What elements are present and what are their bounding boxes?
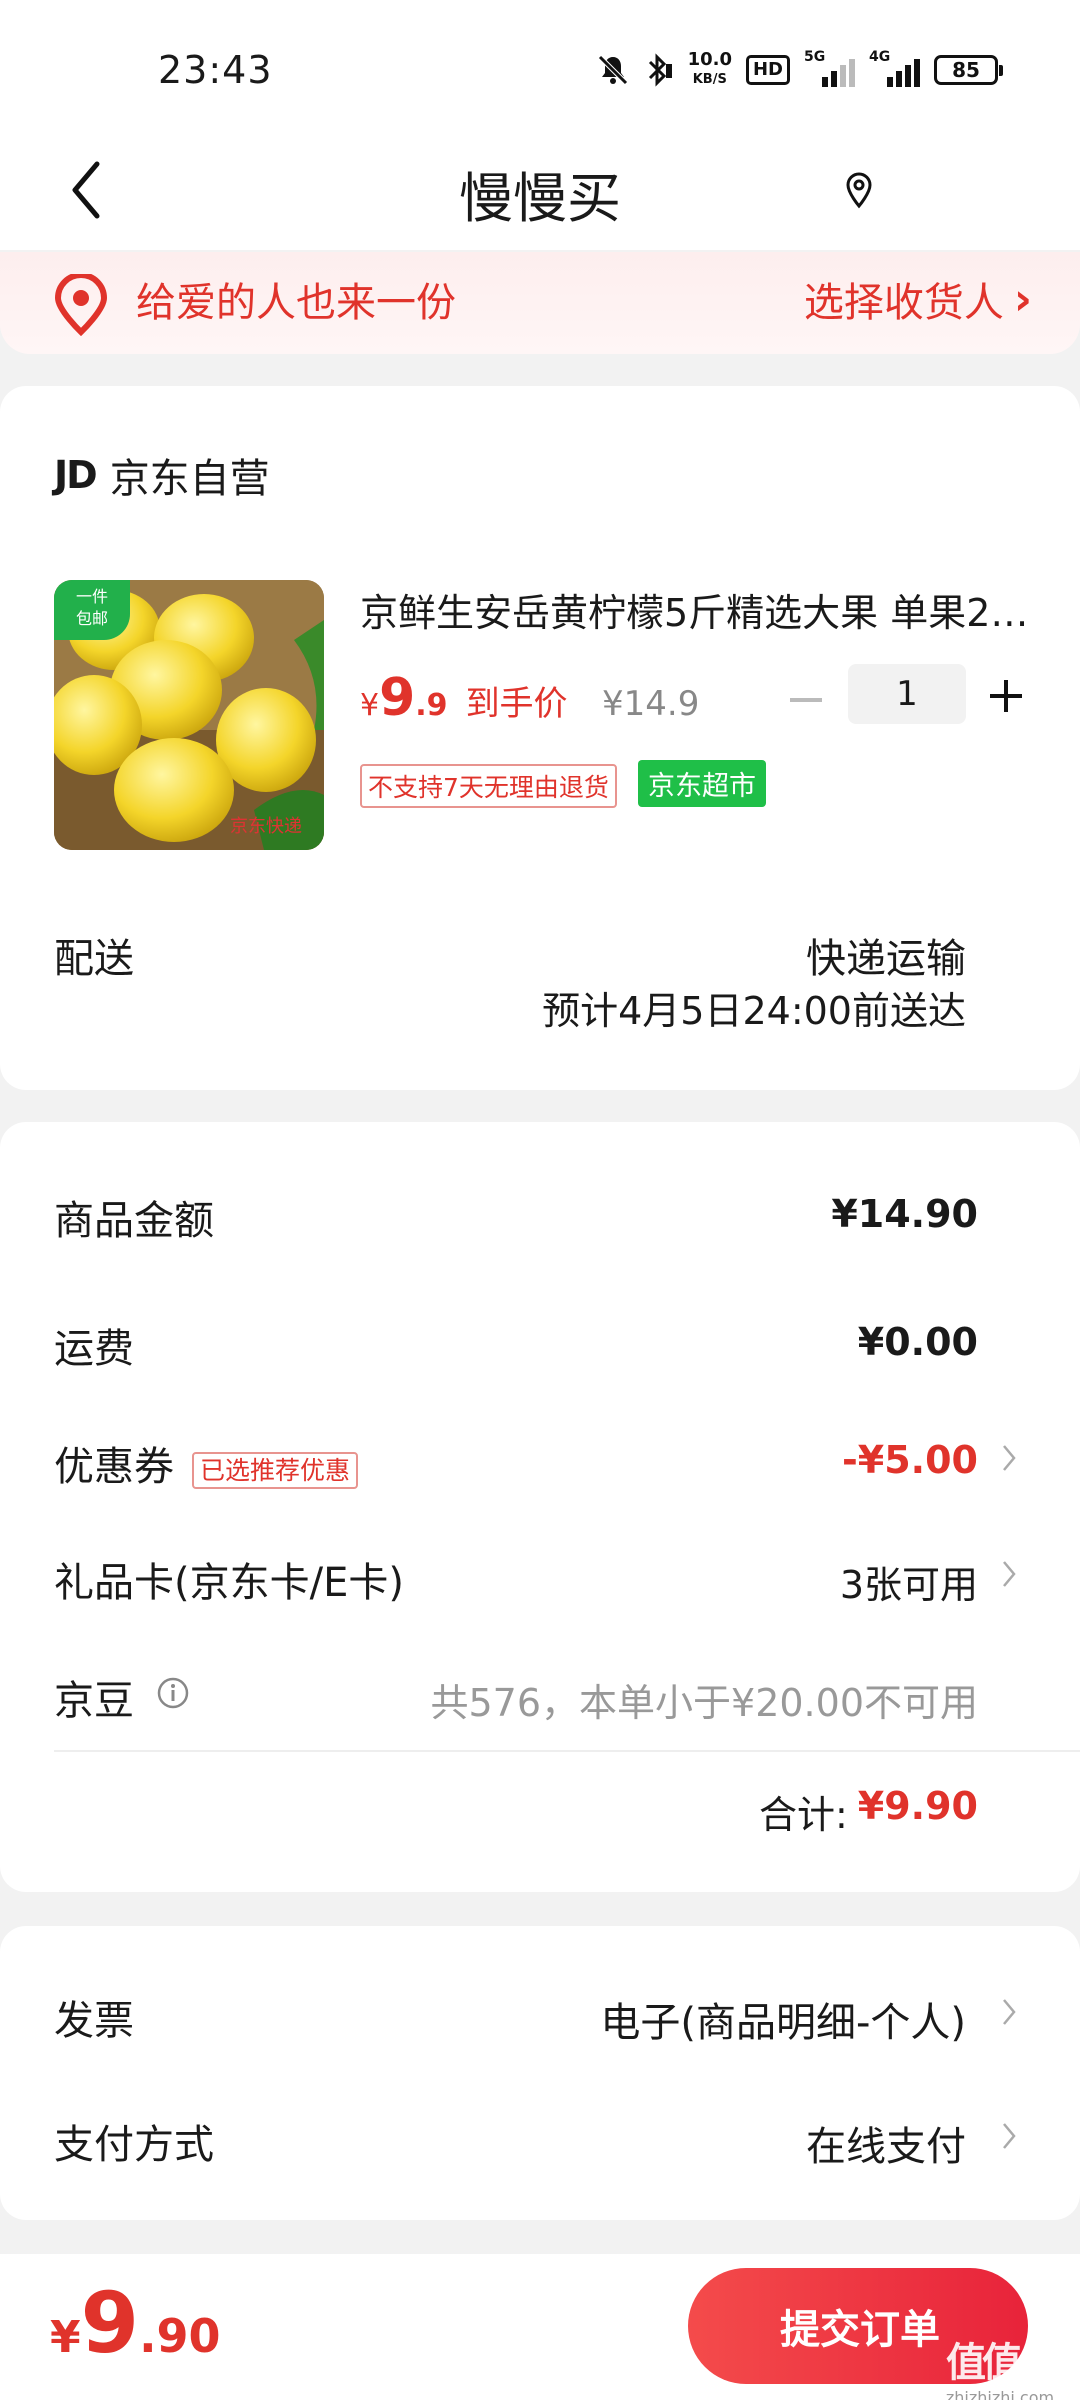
chevron-right-icon: › [1013,273,1032,325]
freight-label: 运费 [54,1326,134,1372]
jd-supermarket-tag: 京东超市 [638,760,766,807]
badge-line1: 一件 [75,587,108,606]
divider [54,1750,1080,1752]
gift-recipient-banner[interactable]: 给爱的人也来一份 选择收货人 › [0,252,1080,354]
total-value: ¥9.90 [857,1784,978,1828]
invoice-value[interactable]: 电子(商品明细-个人) [600,1990,966,2048]
checkout-total: ¥ 9 .90 [50,2274,221,2372]
banner-text: 给爱的人也来一份 [136,280,456,326]
location-pin-icon [52,272,110,340]
original-price: ¥14.9 [602,684,700,724]
badge-line2: 包邮 [75,609,108,628]
total-integer: 9 [80,2274,140,2372]
coupon-recommended-tag: 已选推荐优惠 [192,1452,359,1489]
chevron-right-icon [998,1554,1020,1594]
shipping-mode[interactable]: 快递运输 [806,926,966,984]
minus-icon [790,698,822,702]
info-icon[interactable] [156,1674,190,1720]
nav-bar: 慢慢买 [0,130,1080,250]
chevron-right-icon [998,1992,1020,2032]
total-symbol: ¥ [50,2312,81,2363]
page-title: 慢慢买 [459,167,621,230]
product-price: ¥ 9 .9 到手价 [360,668,568,728]
status-bar: 23:43 10.0 KB/S HD 5G 4G 85 [0,0,1080,130]
location-button[interactable] [834,160,884,220]
select-recipient-label: 选择收货人 [803,280,1004,326]
price-decimal: .9 [415,688,448,723]
beans-row: 京豆 [54,1668,190,1726]
watermark-url: zhizhizhi.com [945,2388,1055,2400]
total-row: 合计: ¥9.90 [759,1784,978,1839]
hd-voice-icon: HD [745,55,790,85]
location-pin-icon [846,172,872,209]
checkout-bar: ¥ 9 .90 提交订单 [0,2254,1080,2400]
network-speed: 10.0 KB/S [688,50,732,90]
freight-value: ¥0.00 [857,1320,978,1364]
product-title[interactable]: 京鲜生安岳黄柠檬5斤精选大果 单果2… [360,582,1030,637]
sim2-label: 4G [869,49,891,65]
no-return-tag: 不支持7天无理由退货 [360,764,617,808]
shipping-eta: 预计4月5日24:00前送达 [542,989,966,1033]
image-caption: 京东快递 [230,816,302,837]
mute-bell-icon [596,50,630,90]
jd-logo: JD [54,453,98,497]
watermark-logo: 值值值 [946,2340,1058,2386]
giftcard-label[interactable]: 礼品卡(京东卡/E卡) [54,1550,404,1608]
payment-label[interactable]: 支付方式 [54,2112,214,2170]
coupon-row[interactable]: 优惠券 已选推荐优惠 [54,1434,359,1492]
price-integer: 9 [379,668,416,728]
battery-icon: 85 [934,55,1003,85]
product-image[interactable]: 一件 包邮 京东快递 [54,580,324,850]
quantity-increase-button[interactable] [984,666,1028,726]
speed-value: 10.0 [687,49,732,70]
site-watermark: 值值值 zhizhizhi.com [940,2330,1060,2400]
price-symbol: ¥ [360,688,380,723]
status-icons: 10.0 KB/S HD 5G 4G 85 [596,48,1003,92]
goods-amount-value: ¥14.90 [831,1192,978,1236]
signal-5g-icon: 5G [804,49,855,87]
total-decimal: .90 [139,2309,221,2363]
speed-unit: KB/S [692,72,727,87]
coupon-label: 优惠券 [54,1444,174,1490]
chevron-right-icon [998,1438,1020,1478]
shipping-label: 配送 [54,936,134,982]
order-item-card: JD 京东自营 一件 包邮 京东快递 京鲜生安岳黄柠檬5斤精选大果 单果2… ¥… [0,386,1080,1090]
goods-amount-label: 商品金额 [54,1198,214,1244]
giftcard-value[interactable]: 3张可用 [840,1554,978,1609]
invoice-payment-card: 发票 电子(商品明细-个人) 支付方式 在线支付 [0,1926,1080,2220]
plus-icon [990,680,1022,712]
coupon-value[interactable]: -¥5.00 [842,1438,978,1482]
beans-label: 京豆 [54,1678,134,1724]
chevron-right-icon [998,2116,1020,2156]
invoice-label[interactable]: 发票 [54,1988,134,2046]
price-summary-card: 商品金额 ¥14.90 运费 ¥0.00 优惠券 已选推荐优惠 -¥5.00 礼品… [0,1122,1080,1892]
total-label: 合计: [758,1793,848,1837]
bluetooth-icon [644,50,674,90]
shop-name: 京东自营 [109,456,270,502]
price-label: 到手价 [465,684,568,724]
select-recipient-link[interactable]: 选择收货人 › [804,270,1032,328]
sim1-label: 5G [804,49,826,65]
status-time: 23:43 [158,48,273,92]
quantity-input[interactable]: 1 [848,664,966,724]
beans-value: 共576，本单小于¥20.00不可用 [430,1681,979,1725]
free-shipping-badge: 一件 包邮 [54,580,130,640]
submit-order-label: 提交订单 [780,2307,940,2353]
shop-header: JD 京东自营 [54,446,270,504]
signal-4g-icon: 4G [869,49,920,87]
quantity-decrease-button[interactable] [786,670,826,730]
payment-value[interactable]: 在线支付 [806,2114,966,2172]
